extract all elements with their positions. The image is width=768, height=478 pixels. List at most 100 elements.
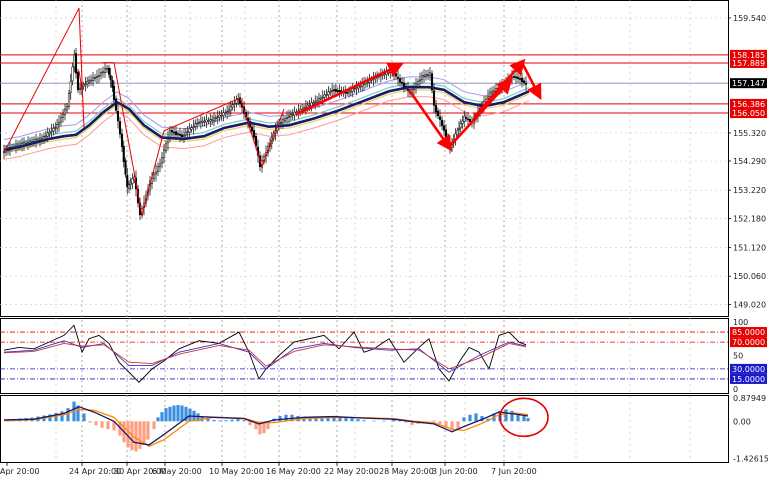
candle-body [107, 67, 111, 75]
candle-body [95, 76, 99, 78]
candle-body [87, 79, 91, 83]
candle-body [285, 117, 289, 120]
candle-body [512, 76, 516, 78]
candle-body [321, 96, 324, 99]
panel-frame-macd [0, 395, 729, 463]
time-tick-label: 6 May 20:00 [152, 467, 202, 476]
candle-body [312, 102, 315, 105]
candle-body [355, 87, 358, 89]
trend-line [239, 97, 263, 167]
macd-histogram-bar [176, 404, 180, 422]
candle-body [209, 119, 212, 122]
candle-body [174, 131, 178, 135]
time-axis: Apr 20:00 24 Apr 20:0030 Apr 20:006 May 2… [0, 462, 537, 476]
macd-histogram-bar [526, 418, 530, 422]
candle-body [82, 84, 85, 87]
macd-histogram-bar [344, 417, 348, 422]
candle-body [398, 78, 402, 83]
candle-body [316, 100, 319, 103]
candle-body [464, 116, 468, 119]
candle-body [63, 108, 67, 116]
price-panel [0, 7, 728, 221]
candle-body [116, 111, 120, 122]
candle-body [156, 166, 160, 172]
candle-body [432, 90, 436, 106]
candle-body [308, 105, 311, 107]
candle-body [196, 122, 199, 125]
candle-body [327, 91, 330, 96]
candle-body [91, 77, 95, 81]
macd-histogram-bar [224, 420, 228, 422]
candle-body [197, 121, 201, 124]
osc-level-label: 85.0000 [732, 328, 765, 337]
candle-body [105, 67, 109, 70]
candle-body [428, 72, 432, 76]
candle-body [74, 53, 78, 74]
candle-body [203, 120, 206, 123]
time-tick-label: 28 May 20:00 [379, 467, 434, 476]
candle-body [332, 89, 336, 91]
osc-level-label: 30.0000 [732, 365, 765, 374]
candle-body [396, 77, 400, 79]
price-tick-label: 151.120 [733, 243, 766, 252]
price-tick-label: 154.290 [733, 157, 766, 166]
macd-histogram-bar [156, 417, 160, 422]
candle-body [52, 127, 55, 132]
macd-histogram-bar [164, 408, 168, 422]
macd-histogram-bar [212, 419, 216, 422]
candle-body [434, 105, 438, 113]
candle-body [216, 116, 219, 119]
macd-histogram-bar [106, 421, 110, 430]
candle-body [331, 90, 334, 92]
candle-body [461, 120, 464, 124]
candle-body [162, 149, 166, 159]
price-level-label: 157.889 [732, 59, 765, 68]
macd-histogram-bar [432, 420, 436, 422]
candle-body [78, 88, 82, 91]
candle-body [65, 105, 69, 111]
candle-body [524, 83, 528, 85]
candle-body [418, 79, 422, 82]
price-tick-label: 159.540 [733, 14, 766, 23]
candle-body [510, 76, 514, 79]
candle-body [323, 94, 326, 98]
macd-histogram-bar [350, 418, 354, 422]
candle-body [424, 74, 428, 77]
macd-histogram-bar [382, 420, 386, 422]
candle-body [227, 109, 231, 112]
candle-body [222, 112, 225, 116]
candle-body [402, 82, 406, 88]
candle-body [220, 114, 223, 117]
time-tick-label: 7 Jun 20:00 [491, 467, 537, 476]
candle-body [48, 131, 51, 135]
candle-body [184, 132, 187, 136]
macd-histogram-bar [180, 405, 184, 422]
candle-body [176, 133, 180, 135]
candle-body [520, 77, 524, 83]
price-level-label: 156.386 [732, 100, 765, 109]
candle-body [492, 90, 496, 93]
osc-level-label: 70.0000 [732, 338, 765, 347]
macd-histogram-bar [100, 421, 104, 428]
macd-histogram-bar [474, 413, 478, 422]
candle-body [192, 126, 195, 128]
candle-body [463, 115, 466, 122]
oscillator-panel [0, 324, 728, 383]
candle-body [231, 104, 234, 108]
candle-body [329, 91, 332, 93]
macd-histogram-bar [134, 421, 138, 452]
candle-body [186, 131, 189, 133]
signal-line [3, 406, 529, 446]
candle-body [69, 81, 72, 93]
candle-body [346, 92, 349, 94]
candle-body [207, 120, 210, 122]
candle-body [172, 131, 176, 134]
current-price-label: 157.147 [732, 79, 765, 88]
candle-body [314, 101, 317, 104]
candle-body [126, 175, 129, 188]
candle-body [73, 54, 76, 68]
candle-body [438, 116, 442, 120]
candle-body [229, 105, 232, 111]
trend-arrow [520, 62, 542, 100]
time-tick-label: 10 May 20:00 [209, 467, 264, 476]
